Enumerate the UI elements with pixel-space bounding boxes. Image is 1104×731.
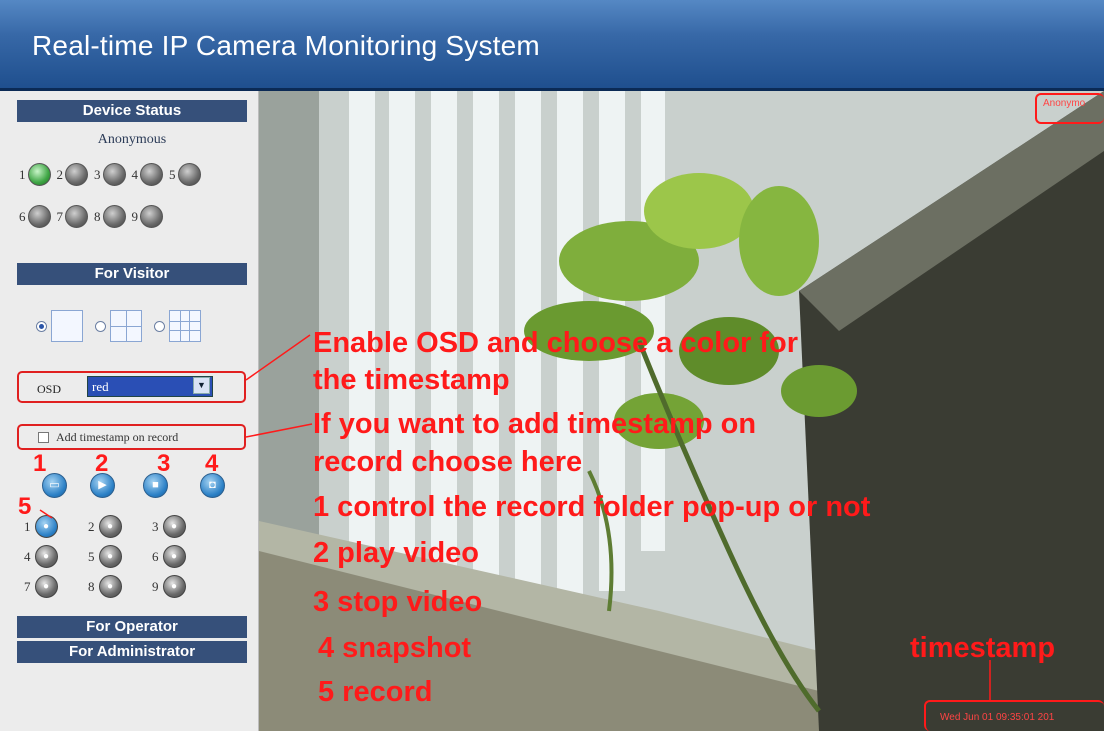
annotation-num-5: 5 [18, 493, 32, 520]
annotation-item4: 4 snapshot [318, 632, 472, 664]
annotation-leader-lines [39, 334, 991, 702]
annotation-num-3: 3 [157, 450, 171, 477]
annotation-osd-line2: the timestamp [313, 364, 510, 396]
annotation-ts-line1: If you want to add timestamp on [313, 408, 757, 440]
annotation-num-1: 1 [33, 450, 47, 477]
annotation-timestamp: timestamp [910, 632, 1056, 664]
annotation-item3: 3 stop video [313, 586, 483, 618]
annotation-item5: 5 record [318, 676, 433, 708]
annotation-item2: 2 play video [313, 537, 480, 569]
annotation-item1: 1 control the record folder pop-up or no… [313, 491, 871, 523]
annotation-osd-line1: Enable OSD and choose a color for [313, 327, 799, 359]
annotation-num-2: 2 [95, 450, 109, 477]
annotation-ts-line2: record choose here [313, 446, 583, 478]
annotation-num-4: 4 [205, 450, 219, 477]
